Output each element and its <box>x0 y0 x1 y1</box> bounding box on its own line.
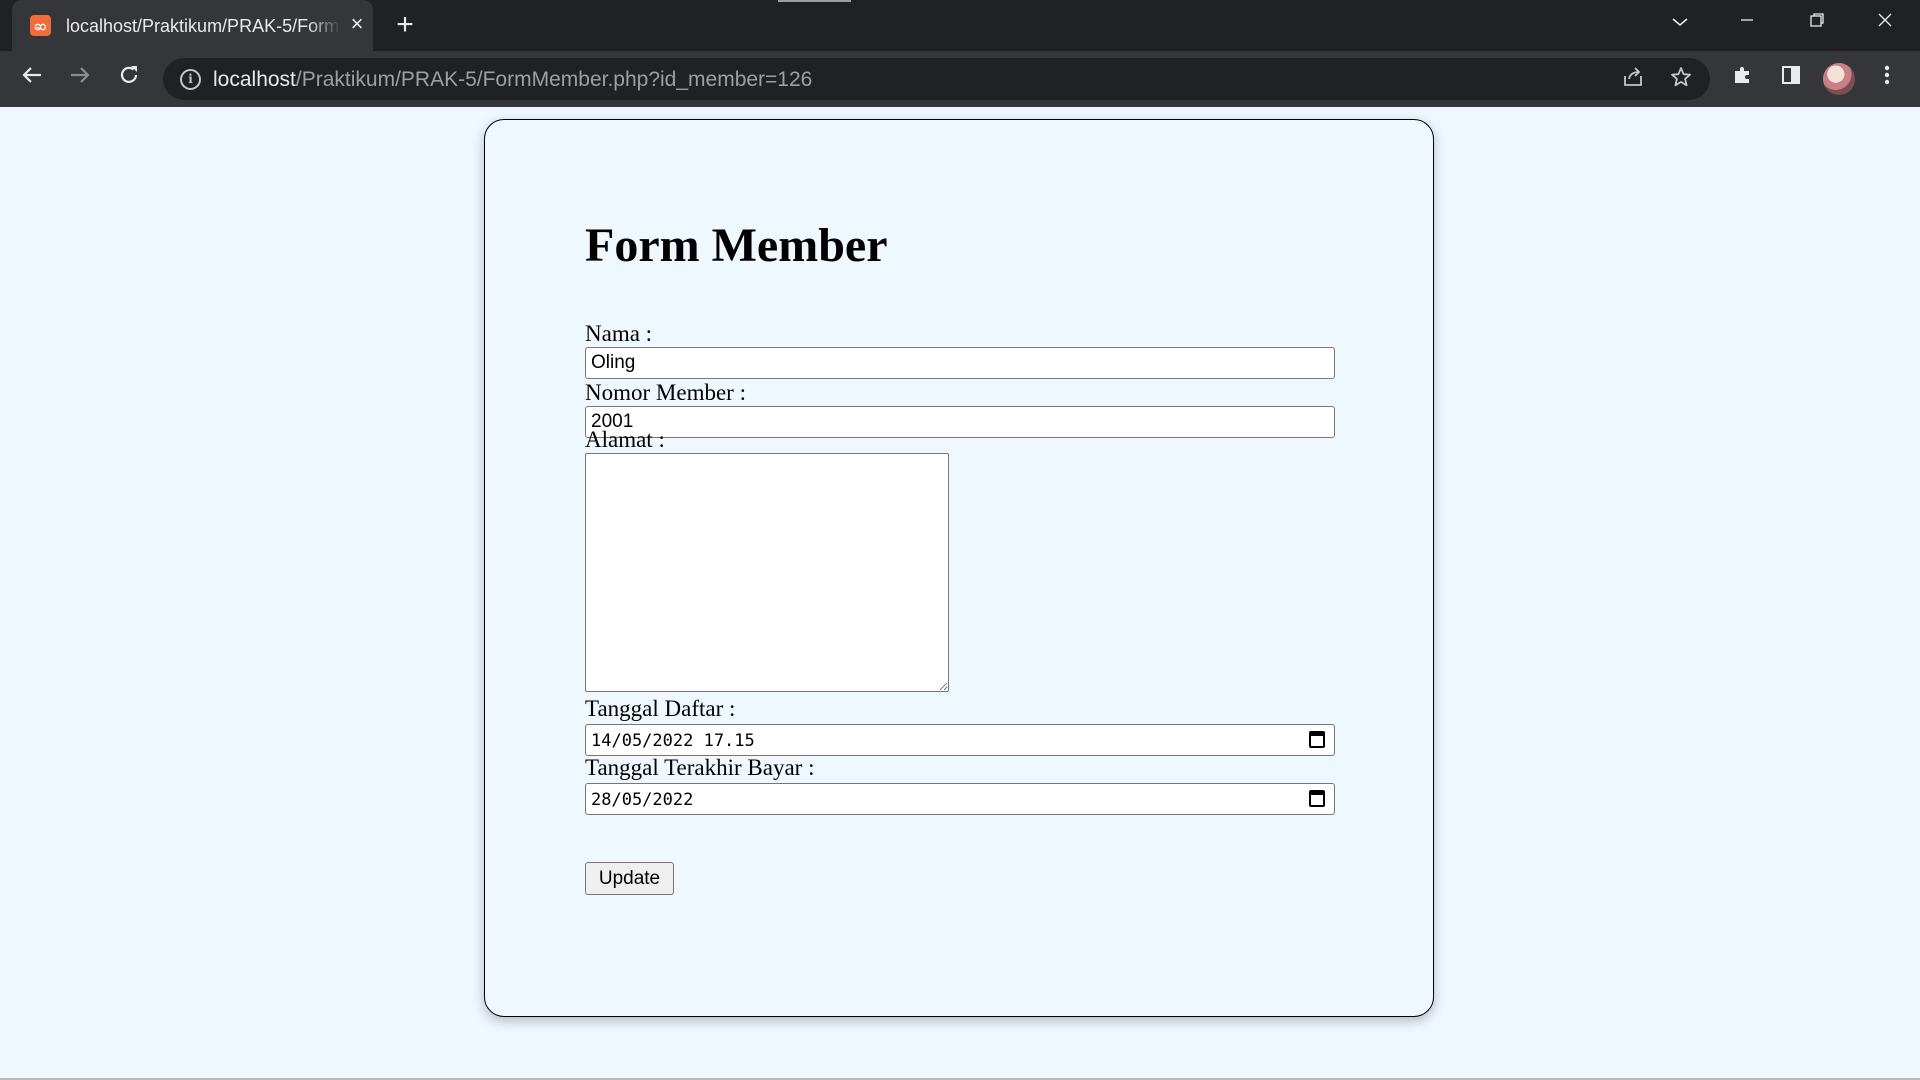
forward-arrow-icon[interactable] <box>62 61 98 97</box>
tanggal-daftar-input[interactable]: 14/05/2022 17.15 <box>585 724 1335 756</box>
url-path: /Praktikum/PRAK-5/FormMember.php?id_memb… <box>295 68 813 91</box>
form-card: Form Member Nama : Nomor Member : Alamat… <box>484 119 1434 1017</box>
calendar-icon[interactable] <box>1309 731 1325 748</box>
more-menu-icon[interactable] <box>1870 62 1904 96</box>
profile-avatar[interactable] <box>1823 63 1855 95</box>
address-bar[interactable]: i localhost/Praktikum/PRAK-5/FormMember.… <box>163 58 1710 100</box>
reload-icon[interactable] <box>111 61 147 97</box>
tab-close-icon[interactable]: × <box>345 12 369 36</box>
url-host: localhost <box>213 68 296 91</box>
browser-titlebar: ဆ localhost/Praktikum/PRAK-5/FormMember.… <box>0 0 1920 51</box>
alamat-textarea[interactable] <box>585 453 949 692</box>
tab-title: localhost/Praktikum/PRAK-5/FormMember.ph… <box>66 16 341 36</box>
star-icon[interactable] <box>1667 66 1695 94</box>
tab-strip-indicator <box>778 0 851 2</box>
xampp-favicon-icon: ဆ <box>30 15 51 36</box>
alamat-label: Alamat : <box>585 427 665 452</box>
tanggal-terakhir-bayar-value: 28/05/2022 <box>591 790 694 810</box>
browser-tab[interactable]: ဆ localhost/Praktikum/PRAK-5/FormMember.… <box>12 0 373 51</box>
new-tab-icon[interactable]: + <box>390 10 420 40</box>
nama-input[interactable] <box>585 347 1335 379</box>
nomor-member-input[interactable] <box>585 406 1335 438</box>
nama-label: Nama : <box>585 321 653 346</box>
url-text[interactable]: localhost/Praktikum/PRAK-5/FormMember.ph… <box>213 68 812 92</box>
back-arrow-icon[interactable] <box>14 61 50 97</box>
minimize-icon[interactable] <box>1717 0 1777 44</box>
info-icon[interactable]: i <box>180 69 201 90</box>
page-title: Form Member <box>585 219 888 272</box>
tanggal-terakhir-bayar-label: Tanggal Terakhir Bayar : <box>585 755 815 780</box>
tanggal-daftar-label: Tanggal Daftar : <box>585 696 736 721</box>
extensions-puzzle-icon[interactable] <box>1726 62 1760 96</box>
restore-icon[interactable] <box>1787 0 1847 44</box>
tab-search-chevron-icon[interactable] <box>1650 0 1710 44</box>
tanggal-terakhir-bayar-input[interactable]: 28/05/2022 <box>585 783 1335 815</box>
calendar-icon[interactable] <box>1309 790 1325 807</box>
tanggal-daftar-value: 14/05/2022 17.15 <box>591 731 755 751</box>
close-window-icon[interactable] <box>1855 0 1915 44</box>
nomor-member-label: Nomor Member : <box>585 380 746 405</box>
update-button[interactable]: Update <box>585 862 674 895</box>
page-viewport: Form Member Nama : Nomor Member : Alamat… <box>0 107 1920 1080</box>
browser-toolbar: i localhost/Praktikum/PRAK-5/FormMember.… <box>0 51 1920 107</box>
share-icon[interactable] <box>1619 66 1647 94</box>
side-panel-icon[interactable] <box>1774 62 1808 96</box>
